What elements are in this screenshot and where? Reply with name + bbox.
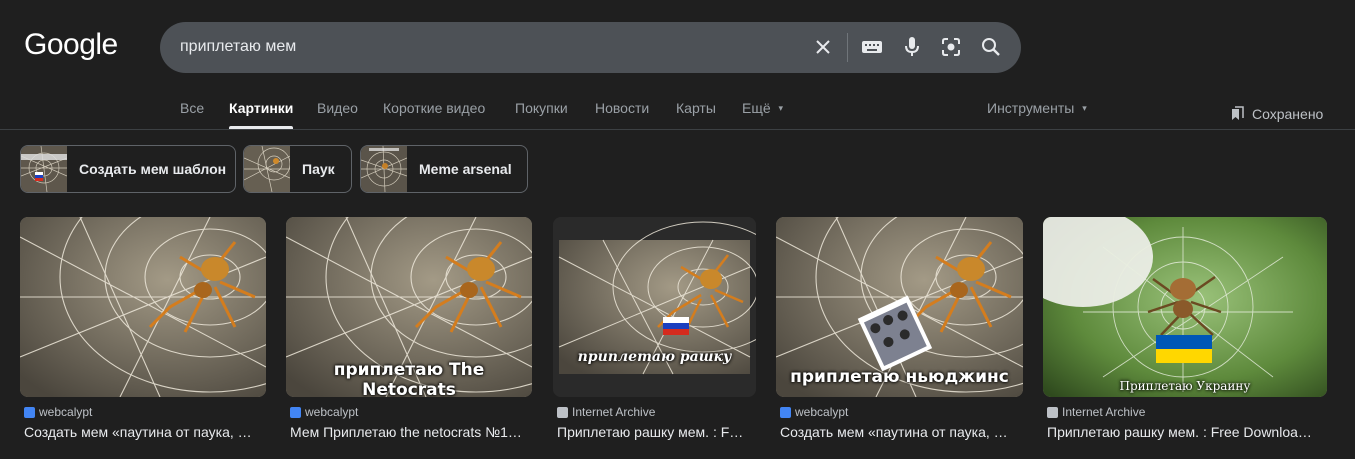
result-title[interactable]: Приплетаю рашку мем. : Free Downloa… [1047,424,1327,440]
result-title[interactable]: Приплетаю рашку мем. : F… [557,424,756,440]
chip-thumbnail [21,146,67,192]
saved-button[interactable]: Сохранено [1230,106,1323,122]
lens-icon[interactable] [939,35,963,59]
source-label: Internet Archive [572,405,656,419]
search-divider [847,33,848,62]
tab-all[interactable]: Все [180,100,204,116]
search-icon[interactable] [979,35,1003,59]
clear-icon[interactable] [811,35,835,59]
source-label: webcalypt [795,405,849,419]
image-result[interactable]: приплетаю рашку Internet Archive Приплет… [553,217,756,440]
tab-news[interactable]: Новости [595,100,649,116]
meme-caption: приплетаю рашку [577,349,732,365]
tab-video[interactable]: Видео [317,100,358,116]
site-favicon-icon [290,406,301,418]
keyboard-icon[interactable] [860,35,884,59]
tab-more-label: Ещё [742,100,771,116]
result-source[interactable]: Internet Archive [557,405,655,419]
tools-button[interactable]: Инструменты ▾ [987,100,1087,116]
bookmark-icon [1232,106,1244,120]
archive-favicon-icon [1047,406,1058,418]
image-result[interactable]: приплетаю The Netocrats webcalypt Мем Пр… [286,217,532,440]
tab-maps[interactable]: Карты [676,100,716,116]
header-divider [0,129,1355,130]
result-image[interactable]: Приплетаю Украину [1043,217,1327,397]
site-favicon-icon [780,406,791,418]
result-title[interactable]: Создать мем «паутина от паука, … [780,424,1023,440]
tab-more[interactable]: Ещё ▾ [742,100,783,116]
tab-shopping[interactable]: Покупки [515,100,568,116]
chip-thumbnail [361,146,407,192]
tools-label: Инструменты [987,100,1075,116]
microphone-icon[interactable] [900,35,924,59]
dropdown-arrow-icon: ▾ [1082,103,1087,113]
chip-meme-arsenal[interactable]: Meme arsenal [360,145,528,193]
meme-caption: приплетаю ньюджинс [790,367,1009,387]
meme-caption: Приплетаю Украину [1119,379,1251,393]
image-result[interactable]: приплетаю ньюджинс webcalypt Создать мем… [776,217,1023,440]
chip-label: Паук [302,161,335,177]
result-image[interactable]: приплетаю ньюджинс [776,217,1023,397]
result-title[interactable]: Создать мем «паутина от паука, … [24,424,266,440]
search-box[interactable]: приплетаю мем [160,22,1021,73]
source-label: webcalypt [305,405,359,419]
google-logo[interactable]: Google [24,28,118,62]
result-source[interactable]: webcalypt [780,405,848,419]
dropdown-arrow-icon: ▾ [778,103,784,113]
image-result[interactable]: Приплетаю Украину Internet Archive Припл… [1043,217,1327,440]
meme-caption: приплетаю The Netocrats [333,360,485,397]
tab-short-video[interactable]: Короткие видео [383,100,485,116]
chip-spider[interactable]: Паук [243,145,352,193]
chip-create-meme-template[interactable]: Создать мем шаблон [20,145,236,193]
saved-label: Сохранено [1252,106,1324,122]
result-source[interactable]: Internet Archive [1047,405,1145,419]
tab-images[interactable]: Картинки [229,100,293,116]
site-favicon-icon [24,406,35,418]
source-label: Internet Archive [1062,405,1146,419]
search-input[interactable]: приплетаю мем [180,38,296,56]
result-image[interactable] [20,217,266,397]
result-image[interactable]: приплетаю рашку [553,217,756,397]
chip-label: Meme arsenal [419,161,512,177]
source-label: webcalypt [39,405,93,419]
chip-label: Создать мем шаблон [79,161,227,177]
archive-favicon-icon [557,406,568,418]
result-title[interactable]: Мем Приплетаю the netocrats №1… [290,424,532,440]
image-result[interactable]: webcalypt Создать мем «паутина от паука,… [20,217,266,440]
chip-thumbnail [244,146,290,192]
result-image[interactable]: приплетаю The Netocrats [286,217,532,397]
result-source[interactable]: webcalypt [290,405,358,419]
result-source[interactable]: webcalypt [24,405,92,419]
